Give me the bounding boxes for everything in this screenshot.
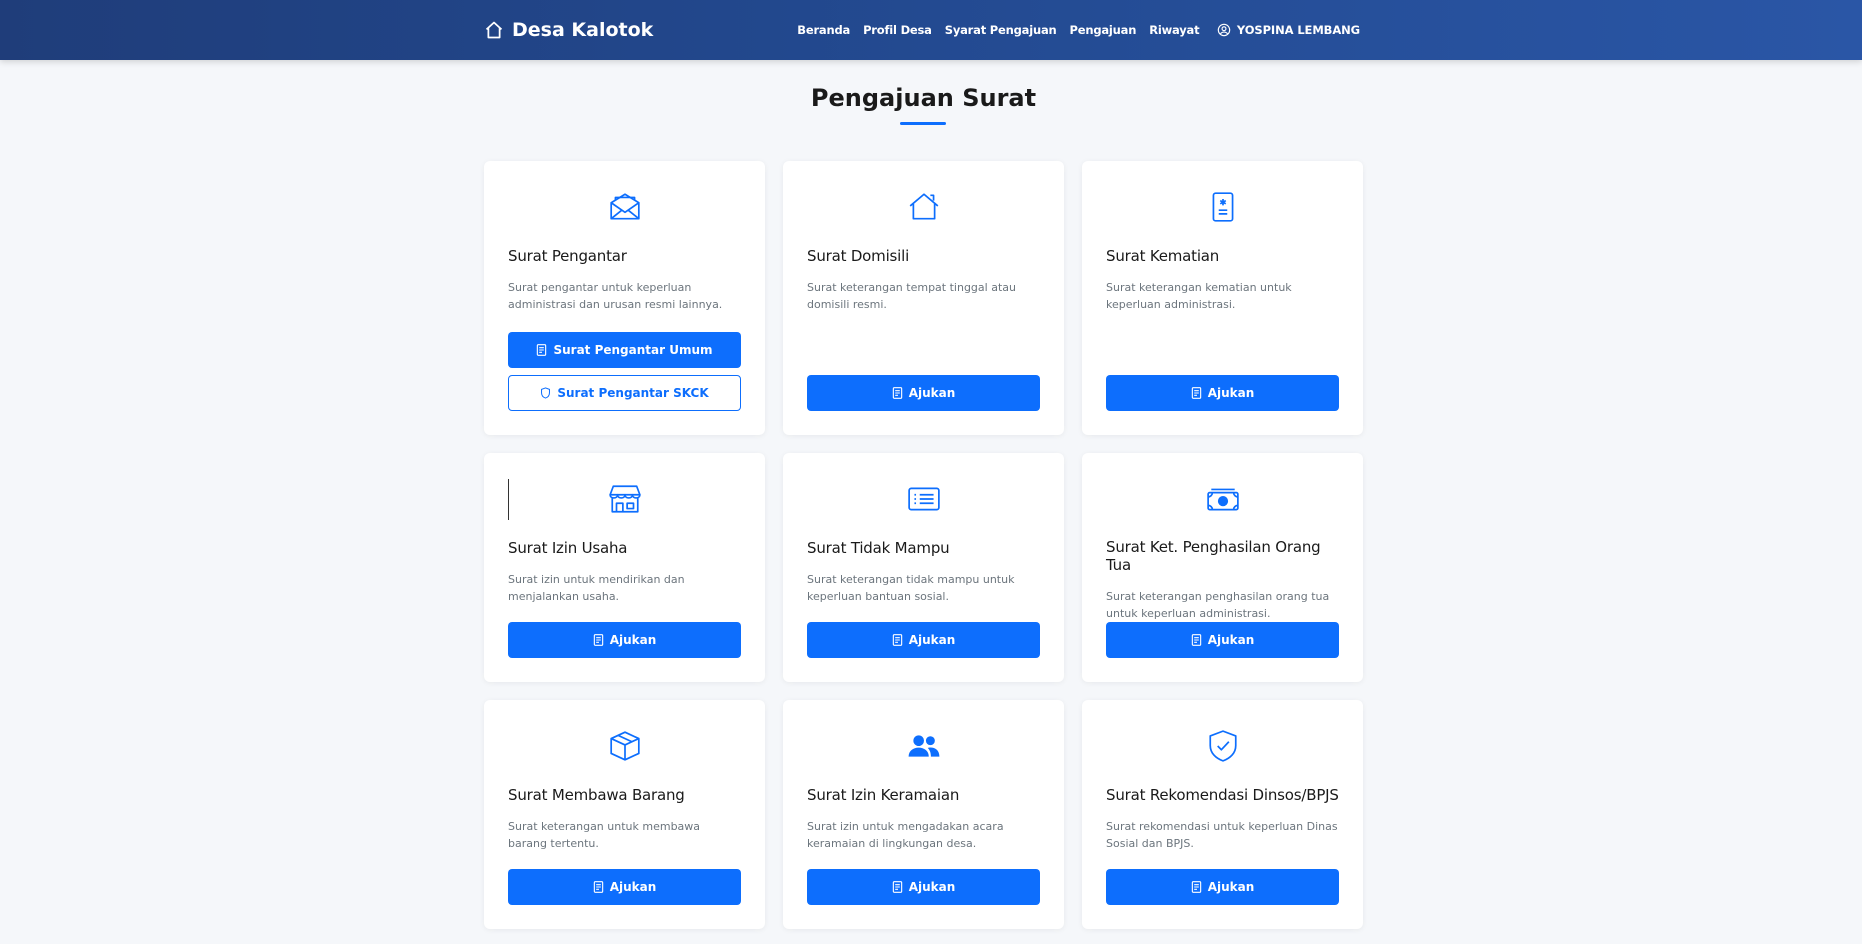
shop-icon — [608, 485, 641, 513]
people-icon — [908, 735, 939, 757]
document-icon — [1191, 634, 1201, 646]
ajukan-button[interactable]: Ajukan — [1106, 869, 1339, 905]
nav-link-riwayat[interactable]: Riwayat — [1149, 23, 1199, 37]
card-surat-kematian: Surat Kematian Surat keterangan kematian… — [1082, 161, 1363, 435]
card-surat-ket-penghasilan: Surat Ket. Penghasilan Orang Tua Surat k… — [1082, 453, 1363, 682]
page-title: Pengajuan Surat — [810, 84, 1037, 112]
document-icon — [892, 634, 902, 646]
nav-link-syarat-pengajuan[interactable]: Syarat Pengajuan — [945, 23, 1057, 37]
card-surat-membawa-barang: Surat Membawa Barang Surat keterangan un… — [484, 700, 765, 929]
card-title: Surat Izin Keramaian — [807, 786, 960, 804]
card-surat-izin-usaha: Surat Izin Usaha Surat izin untuk mendir… — [484, 453, 765, 682]
card-surat-pengantar: Surat Pengantar Surat pengantar untuk ke… — [484, 161, 765, 435]
ajukan-button[interactable]: Ajukan — [1106, 622, 1339, 658]
card-description: Surat rekomendasi untuk keperluan Dinas … — [1106, 820, 1338, 850]
surat-pengantar-umum-button[interactable]: Surat Pengantar Umum — [508, 332, 741, 368]
card-grid: Surat Pengantar Surat pengantar untuk ke… — [484, 161, 1363, 929]
card-description: Surat keterangan tidak mampu untuk keper… — [807, 573, 1015, 603]
document-icon — [1191, 881, 1201, 893]
user-menu[interactable]: YOSPINA LEMBANG — [1217, 23, 1360, 37]
shield-check-icon — [1208, 730, 1237, 762]
brand-name: Desa Kalotok — [512, 19, 654, 41]
ajukan-button[interactable]: Ajukan — [807, 375, 1040, 411]
card-surat-tidak-mampu: Surat Tidak Mampu Surat keterangan tidak… — [783, 453, 1064, 682]
surat-pengantar-skck-button[interactable]: Surat Pengantar SKCK — [508, 375, 741, 411]
card-description: Surat keterangan tempat tinggal atau dom… — [807, 281, 1016, 311]
shield-icon — [541, 387, 551, 399]
house-icon — [485, 21, 503, 39]
ajukan-button[interactable]: Ajukan — [508, 622, 741, 658]
document-icon — [892, 881, 902, 893]
card-description: Surat keterangan penghasilan orang tua u… — [1106, 590, 1330, 620]
list-card-icon — [907, 487, 940, 511]
card-title: Surat Pengantar — [508, 247, 627, 265]
ajukan-button[interactable]: Ajukan — [508, 869, 741, 905]
envelope-open-icon — [609, 193, 640, 220]
nav-link-profil-desa[interactable]: Profil Desa — [863, 23, 932, 37]
user-name: YOSPINA LEMBANG — [1236, 23, 1360, 37]
card-surat-rekomendasi-dinsos: Surat Rekomendasi Dinsos/BPJS Surat reko… — [1082, 700, 1363, 929]
card-description: Surat pengantar untuk keperluan administ… — [508, 281, 723, 311]
card-title: Surat Izin Usaha — [508, 539, 628, 557]
navbar: Desa Kalotok Beranda Profil Desa Syarat … — [0, 0, 1862, 60]
card-title: Surat Ket. Penghasilan Orang Tua — [1106, 538, 1321, 574]
ajukan-button[interactable]: Ajukan — [807, 869, 1040, 905]
nav-link-beranda[interactable]: Beranda — [797, 23, 850, 37]
card-title: Surat Tidak Mampu — [807, 539, 950, 557]
navbar-inner: Desa Kalotok Beranda Profil Desa Syarat … — [484, 0, 1360, 60]
card-description: Surat izin untuk mengadakan acara kerama… — [807, 820, 1004, 850]
card-surat-domisili: Surat Domisili Surat keterangan tempat t… — [783, 161, 1064, 435]
document-icon — [593, 634, 603, 646]
card-description: Surat keterangan kematian untuk keperlua… — [1106, 281, 1292, 311]
card-description: Surat izin untuk mendirikan dan menjalan… — [508, 573, 685, 603]
box-icon — [609, 731, 640, 761]
card-title: Surat Membawa Barang — [508, 786, 685, 804]
document-icon — [892, 387, 902, 399]
document-icon — [593, 881, 603, 893]
card-surat-izin-keramaian: Surat Izin Keramaian Surat izin untuk me… — [783, 700, 1064, 929]
nav-links: Beranda Profil Desa Syarat Pengajuan Pen… — [797, 23, 1199, 37]
document-icon — [1191, 387, 1201, 399]
nav-link-pengajuan[interactable]: Pengajuan — [1070, 23, 1137, 37]
card-description: Surat keterangan untuk membawa barang te… — [508, 820, 701, 850]
document-medical-icon — [1212, 192, 1233, 222]
house-icon — [909, 193, 938, 220]
document-icon — [537, 344, 547, 356]
card-title: Surat Rekomendasi Dinsos/BPJS — [1106, 786, 1339, 804]
card-title: Surat Domisili — [807, 247, 910, 265]
text-cursor — [508, 479, 509, 520]
ajukan-button[interactable]: Ajukan — [1106, 375, 1339, 411]
cash-icon — [1206, 488, 1239, 511]
brand-link[interactable]: Desa Kalotok — [484, 19, 653, 41]
user-circle-icon — [1217, 23, 1231, 37]
title-underline — [900, 122, 946, 125]
ajukan-button[interactable]: Ajukan — [807, 622, 1040, 658]
card-title: Surat Kematian — [1106, 247, 1220, 265]
